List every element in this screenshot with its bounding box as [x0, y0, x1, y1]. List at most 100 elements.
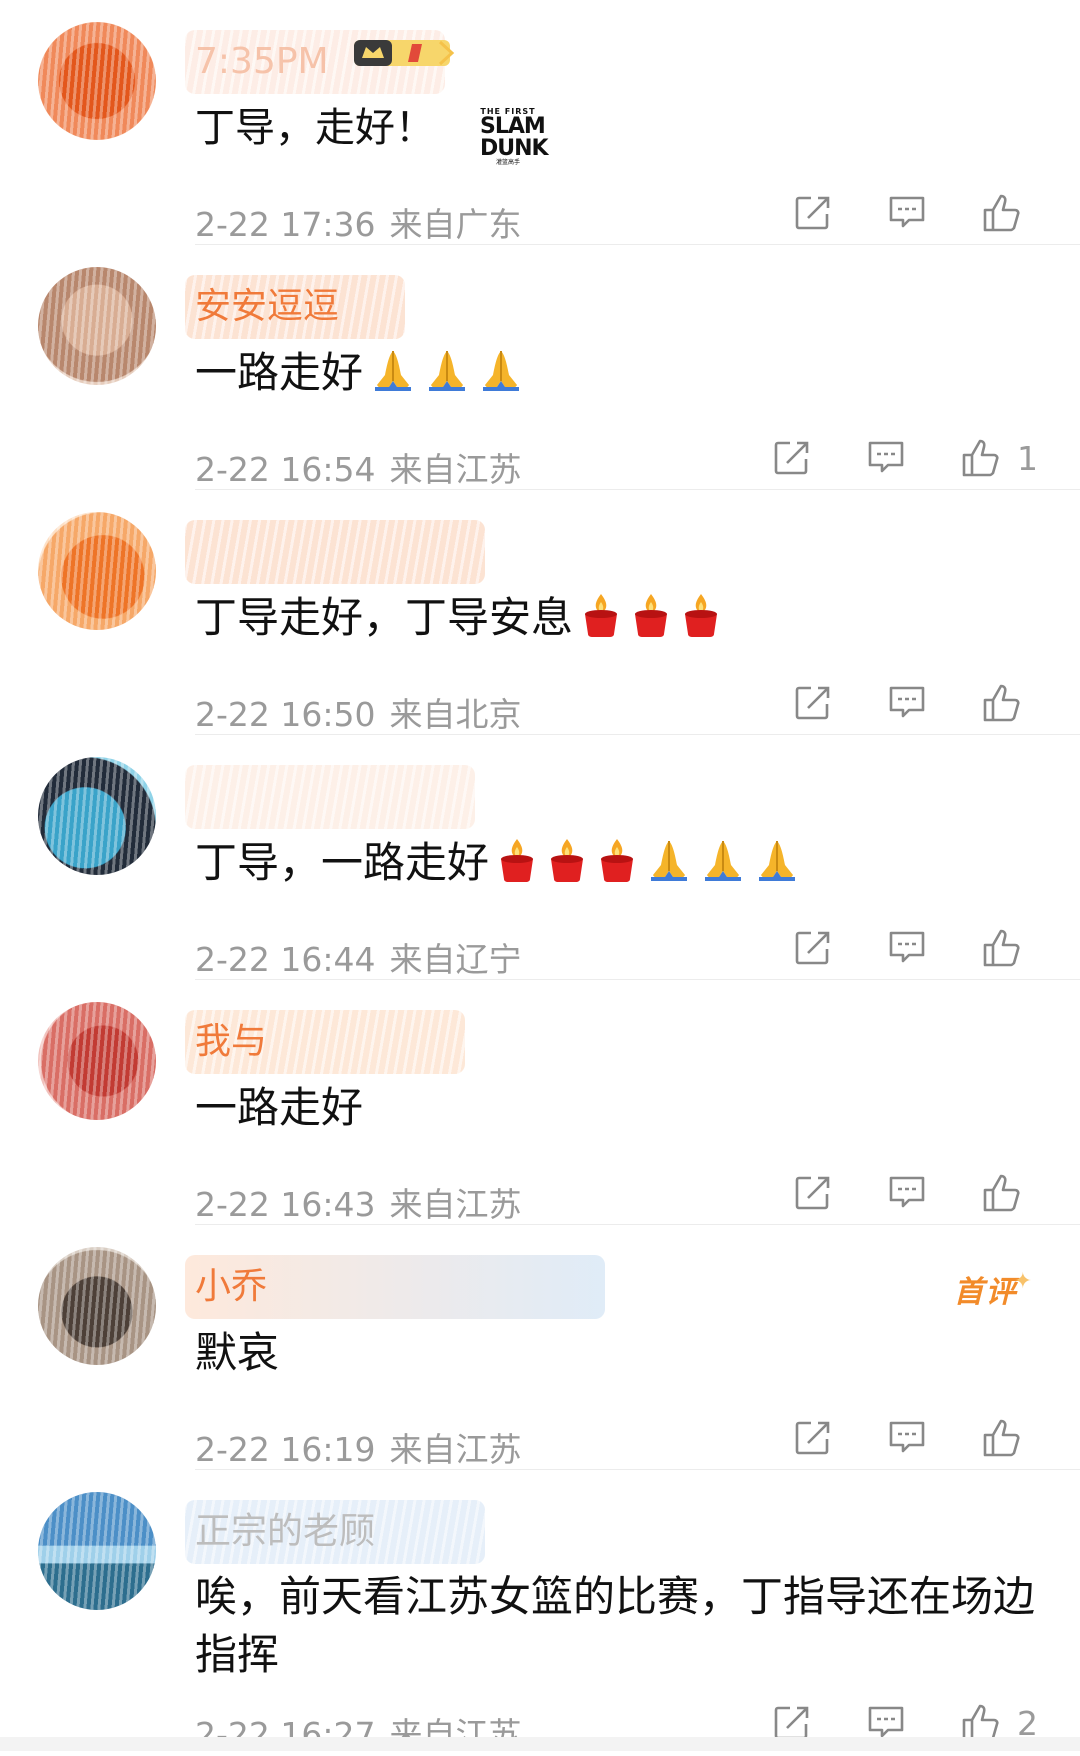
- share-button[interactable]: [790, 1170, 836, 1216]
- comment-date: 2-22 16:44: [195, 940, 376, 979]
- comment-date: 2-22 17:36: [195, 205, 376, 244]
- username[interactable]: 我与: [195, 1020, 267, 1064]
- comment-text: 丁导，走好！: [195, 105, 435, 151]
- comment-text: 默哀: [195, 1328, 280, 1377]
- comment-location: 来自江苏: [389, 1185, 522, 1224]
- share-icon: [795, 1176, 830, 1210]
- comment-meta: 2-22 17:36 来自广东: [195, 198, 522, 246]
- like-button[interactable]: [957, 435, 1003, 481]
- comment-date: 2-22 16:43: [195, 1185, 376, 1224]
- like-button[interactable]: [978, 925, 1024, 971]
- timestamp-overlay: 7:35PM: [195, 41, 329, 82]
- comment-icon: [889, 931, 925, 963]
- share-button[interactable]: [769, 435, 815, 481]
- pray-emoji-icon: [699, 835, 747, 899]
- reply-button[interactable]: [884, 1170, 930, 1216]
- like-icon: [983, 194, 1020, 232]
- comment-text: 丁导，一路走好: [195, 838, 490, 887]
- like-button[interactable]: [978, 190, 1024, 236]
- avatar[interactable]: [38, 1492, 156, 1610]
- comment-meta: 2-22 16:44 来自辽宁: [195, 933, 522, 981]
- avatar[interactable]: [38, 1247, 156, 1365]
- avatar[interactable]: [38, 22, 156, 140]
- comment-item[interactable]: 正宗的老顾 唉，前天看江苏女篮的比赛，丁指导还在场边指挥 2-22 16:27 来…: [0, 1470, 1080, 1754]
- comment-meta: 2-22 16:50 来自北京: [195, 688, 522, 736]
- bottom-edge: [0, 1737, 1080, 1751]
- comment-date: 2-22 16:50: [195, 695, 376, 734]
- candle-emoji-icon: [679, 590, 723, 654]
- comment-icon: [889, 1176, 925, 1208]
- comment-meta: 2-22 16:43 来自江苏: [195, 1178, 522, 1226]
- comment-meta: 2-22 16:19 来自江苏: [195, 1423, 522, 1471]
- reply-button[interactable]: [884, 925, 930, 971]
- like-icon: [983, 1174, 1020, 1212]
- comment-location: 来自广东: [389, 205, 522, 244]
- comment-body: 唉，前天看江苏女篮的比赛，丁指导还在场边指挥: [195, 1568, 1045, 1684]
- comment-date: 2-22 16:54: [195, 450, 376, 489]
- comment-text: 唉，前天看江苏女篮的比赛，丁指导还在场边指挥: [195, 1572, 1036, 1679]
- share-icon: [774, 441, 809, 475]
- share-button[interactable]: [790, 680, 836, 726]
- vip-badge-icon: [354, 40, 455, 66]
- share-button[interactable]: [790, 925, 836, 971]
- candle-emoji-icon: [495, 835, 539, 899]
- username[interactable]: 正宗的老顾: [195, 1510, 375, 1554]
- like-button[interactable]: [978, 680, 1024, 726]
- comment-body: 一路走好: [195, 1078, 1045, 1138]
- like-count: 1: [1017, 438, 1038, 478]
- like-icon: [962, 439, 999, 477]
- share-icon: [795, 931, 830, 965]
- comment-location: 来自北京: [389, 695, 522, 734]
- comment-item[interactable]: 我与 一路走好 2-22 16:43 来自江苏: [0, 980, 1080, 1225]
- slam-dunk-sticker: THE FIRST SLAM DUNK 灌篮高手: [480, 107, 549, 166]
- comment-meta: 2-22 16:54 来自江苏: [195, 443, 522, 491]
- avatar[interactable]: [38, 1002, 156, 1120]
- pray-emoji-icon: [753, 835, 801, 899]
- comment-location: 来自辽宁: [389, 940, 522, 979]
- username[interactable]: 安安逗逗: [195, 285, 339, 329]
- candle-emoji-icon: [595, 835, 639, 899]
- username[interactable]: 小乔: [195, 1265, 267, 1309]
- reply-button[interactable]: [884, 190, 930, 236]
- pray-emoji-icon: [477, 345, 525, 409]
- reply-button[interactable]: [884, 1415, 930, 1461]
- like-icon: [983, 929, 1020, 967]
- comment-text: 一路走好: [195, 1083, 364, 1132]
- like-icon: [983, 1419, 1020, 1457]
- pray-emoji-icon: [645, 835, 693, 899]
- candle-emoji-icon: [579, 590, 623, 654]
- share-button[interactable]: [790, 190, 836, 236]
- like-icon: [983, 684, 1020, 722]
- username-blur: [185, 520, 485, 584]
- share-icon: [795, 196, 830, 230]
- avatar[interactable]: [38, 757, 156, 875]
- like-button[interactable]: [978, 1415, 1024, 1461]
- avatar[interactable]: [38, 267, 156, 385]
- comment-location: 来自江苏: [389, 450, 522, 489]
- comment-item[interactable]: 7:35PM 丁导，走好！ THE FIRST SLAM DUNK 灌篮高手 2…: [0, 0, 1080, 245]
- candle-emoji-icon: [545, 835, 589, 899]
- pray-emoji-icon: [423, 345, 471, 409]
- comment-text: 一路走好: [195, 348, 364, 397]
- share-button[interactable]: [790, 1415, 836, 1461]
- comment-location: 来自江苏: [389, 1430, 522, 1469]
- share-icon: [795, 686, 830, 720]
- comment-date: 2-22 16:19: [195, 1430, 376, 1469]
- comment-item[interactable]: 丁导，一路走好 2-22 16:44 来自辽宁: [0, 735, 1080, 980]
- comment-icon: [868, 441, 904, 473]
- comment-body: 丁导，一路走好: [195, 833, 1045, 899]
- pray-emoji-icon: [369, 345, 417, 409]
- avatar[interactable]: [38, 512, 156, 630]
- candle-emoji-icon: [629, 590, 673, 654]
- comment-item[interactable]: 小乔 首评✦ 默哀 2-22 16:19 来自江苏: [0, 1225, 1080, 1470]
- comment-item[interactable]: 丁导走好，丁导安息 2-22 16:50 来自北京: [0, 490, 1080, 735]
- comment-item[interactable]: 安安逗逗 一路走好 2-22 16:54 来自江苏 1: [0, 245, 1080, 490]
- reply-button[interactable]: [884, 680, 930, 726]
- comment-icon: [889, 1421, 925, 1453]
- reply-button[interactable]: [863, 435, 909, 481]
- comment-text: 丁导走好，丁导安息: [195, 593, 574, 642]
- comment-body: 默哀: [195, 1323, 1045, 1383]
- share-icon: [795, 1421, 830, 1455]
- like-button[interactable]: [978, 1170, 1024, 1216]
- comment-icon: [889, 196, 925, 228]
